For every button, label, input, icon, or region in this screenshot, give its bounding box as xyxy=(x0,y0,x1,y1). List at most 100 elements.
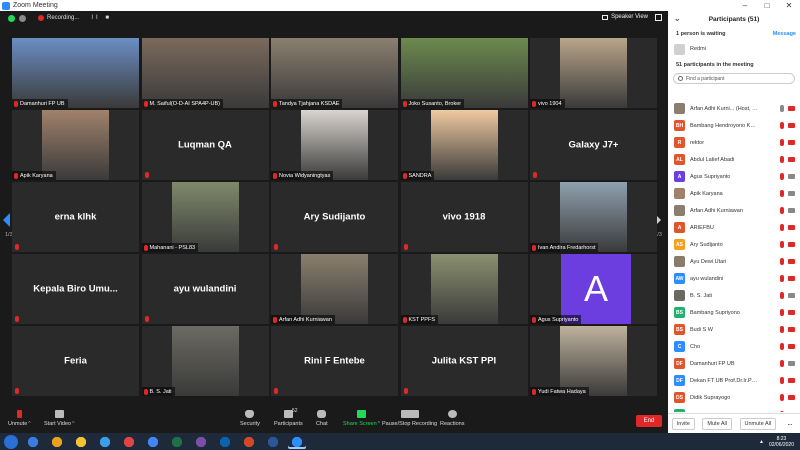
video-tile[interactable]: Ary Sudijanto xyxy=(271,182,398,252)
video-tile[interactable]: Mahanani - PSL83 xyxy=(141,182,269,252)
taskbar-app-icon[interactable] xyxy=(120,434,138,449)
video-tile[interactable]: vivo 1918 xyxy=(400,182,528,252)
chat-button[interactable]: Chat xyxy=(316,410,328,427)
participant-row[interactable]: DF Damanhuri FP UB xyxy=(668,355,800,372)
taskbar-app-icon[interactable] xyxy=(168,434,186,449)
recording-controls[interactable]: II ■ xyxy=(91,15,112,21)
participant-row[interactable]: Rrektor xyxy=(668,134,800,151)
participant-row[interactable]: Arfan Adhi Kurni... (Host, me) xyxy=(668,100,800,117)
mic-muted-icon[interactable] xyxy=(780,122,784,129)
participant-row[interactable]: Apik Karyana xyxy=(668,185,800,202)
maximize-button[interactable]: □ xyxy=(756,1,778,10)
video-tile[interactable]: ayu wulandini xyxy=(141,254,269,324)
video-tile[interactable]: Arfan Adhi Kurniawan xyxy=(271,254,398,324)
meeting-info-icon[interactable] xyxy=(19,14,26,22)
participant-row[interactable]: BS Bambang Supriyono xyxy=(668,304,800,321)
video-tile[interactable]: Feria xyxy=(12,326,139,396)
video-tile[interactable]: Kepala Biro Umu... xyxy=(12,254,139,324)
participant-row[interactable]: C Cho xyxy=(668,338,800,355)
close-button[interactable]: ✕ xyxy=(778,1,800,10)
taskbar-app-icon[interactable] xyxy=(144,434,162,449)
collapse-panel-icon[interactable]: ⌄ xyxy=(674,14,681,23)
end-meeting-button[interactable]: End xyxy=(636,415,662,427)
mic-muted-icon[interactable] xyxy=(780,377,784,384)
participant-row[interactable]: DS Didik Suprayogo xyxy=(668,389,800,406)
participant-row[interactable]: DF Dekan FT UB Prof.Dr.Ir.Pitojo TJ xyxy=(668,372,800,389)
mic-muted-icon[interactable] xyxy=(780,139,784,146)
taskbar-app-icon[interactable] xyxy=(192,434,210,449)
waiting-participant[interactable]: Redmi xyxy=(668,41,800,57)
mic-muted-icon[interactable] xyxy=(780,394,784,401)
video-tile[interactable]: A Agus Supriyanto xyxy=(530,254,657,324)
reactions-button[interactable]: Reactions xyxy=(440,410,464,427)
video-tile[interactable]: Novia Widyaningtyas xyxy=(271,110,398,180)
mic-muted-icon[interactable] xyxy=(780,207,784,214)
mic-muted-icon[interactable] xyxy=(780,173,784,180)
mic-muted-icon[interactable] xyxy=(780,224,784,231)
participant-row[interactable]: Ayu Dewi Utari xyxy=(668,253,800,270)
unmute-all-button[interactable]: Unmute All xyxy=(739,417,777,430)
participant-row[interactable]: ES Erik Sahdian PSKL xyxy=(668,406,800,412)
mic-muted-icon[interactable] xyxy=(780,309,784,316)
fullscreen-icon[interactable] xyxy=(655,14,662,21)
security-button[interactable]: Security xyxy=(240,410,260,427)
mic-muted-icon[interactable] xyxy=(780,258,784,265)
video-tile[interactable]: Galaxy J7+ xyxy=(530,110,657,180)
video-tile[interactable]: B. S. Jati xyxy=(141,326,269,396)
participant-row[interactable]: BH Bambang Hendroyono KLHK xyxy=(668,117,800,134)
participant-row[interactable]: AW ayu wulandini xyxy=(668,270,800,287)
taskbar-app-icon[interactable] xyxy=(216,434,234,449)
video-tile[interactable]: erna klhk xyxy=(12,182,139,252)
video-tile[interactable]: Damanhuri FP UB xyxy=(12,38,139,108)
mic-muted-icon[interactable] xyxy=(780,190,784,197)
video-tile[interactable]: KST PPFS xyxy=(400,254,528,324)
mute-all-button[interactable]: Mute All xyxy=(702,417,732,430)
video-tile[interactable]: Joko Susanto, Broker xyxy=(400,38,528,108)
participant-row[interactable]: BS Budi S W xyxy=(668,321,800,338)
video-tile[interactable]: M. Saiful(O-D-AI SPA4P-UB) xyxy=(141,38,269,108)
network-icon[interactable]: ▲ xyxy=(759,439,764,445)
taskbar-app-icon[interactable] xyxy=(240,434,258,449)
taskbar-app-icon[interactable] xyxy=(264,434,282,449)
video-tile[interactable]: Tandya Tjahjana KSDAE xyxy=(271,38,398,108)
more-options-button[interactable]: ... xyxy=(784,419,797,429)
participant-search-input[interactable]: Find a participant xyxy=(673,73,795,84)
minimize-button[interactable]: – xyxy=(734,1,756,10)
share-screen-button[interactable]: Share Screen^ xyxy=(343,410,380,427)
mic-muted-icon[interactable] xyxy=(780,275,784,282)
video-tile[interactable]: Luqman QA xyxy=(141,110,269,180)
video-tile[interactable]: Rini F Entebe xyxy=(271,326,398,396)
taskbar-app-icon[interactable] xyxy=(24,434,42,449)
video-tile[interactable]: Ivan Andira Fredarhorst xyxy=(530,182,657,252)
taskbar-app-icon[interactable] xyxy=(48,434,66,449)
mic-muted-icon[interactable] xyxy=(780,411,784,412)
invite-button[interactable]: Invite xyxy=(671,417,695,430)
taskbar-app-icon[interactable] xyxy=(288,434,306,449)
participants-button[interactable]: Participants xyxy=(274,410,303,427)
clock[interactable]: 8:23 02/06/2020 xyxy=(769,436,794,448)
speaker-view-button[interactable]: Speaker View xyxy=(602,14,648,20)
mic-muted-icon[interactable] xyxy=(780,241,784,248)
start-button[interactable] xyxy=(4,434,18,449)
participant-row[interactable]: AL Abdul Latief Abadi xyxy=(668,151,800,168)
participant-row[interactable]: AS Ary Sudijanto xyxy=(668,236,800,253)
participant-row[interactable]: Arfan Adhi Kurniawan xyxy=(668,202,800,219)
video-tile[interactable]: vivo 1904 xyxy=(530,38,657,108)
pause-stop-recording-button[interactable]: Pause/Stop Recording xyxy=(382,410,437,427)
previous-page-arrow[interactable] xyxy=(3,213,10,227)
taskbar-app-icon[interactable] xyxy=(96,434,114,449)
mic-muted-icon[interactable] xyxy=(780,343,784,350)
mic-muted-icon[interactable] xyxy=(780,156,784,163)
participant-row[interactable]: A Agus Supriyanto xyxy=(668,168,800,185)
unmute-button[interactable]: Unmute^ xyxy=(8,410,31,427)
taskbar-app-icon[interactable] xyxy=(72,434,90,449)
participant-row[interactable]: A ARIEFBU xyxy=(668,219,800,236)
video-tile[interactable]: SANDRA xyxy=(400,110,528,180)
mic-muted-icon[interactable] xyxy=(780,326,784,333)
participant-row[interactable]: B. S. Jati xyxy=(668,287,800,304)
video-tile[interactable]: Julita KST PPI xyxy=(400,326,528,396)
mic-icon[interactable] xyxy=(780,105,784,112)
video-tile[interactable]: Apik Karyana xyxy=(12,110,139,180)
encryption-shield-icon[interactable] xyxy=(8,14,15,22)
start-video-button[interactable]: Start Video^ xyxy=(44,410,74,427)
